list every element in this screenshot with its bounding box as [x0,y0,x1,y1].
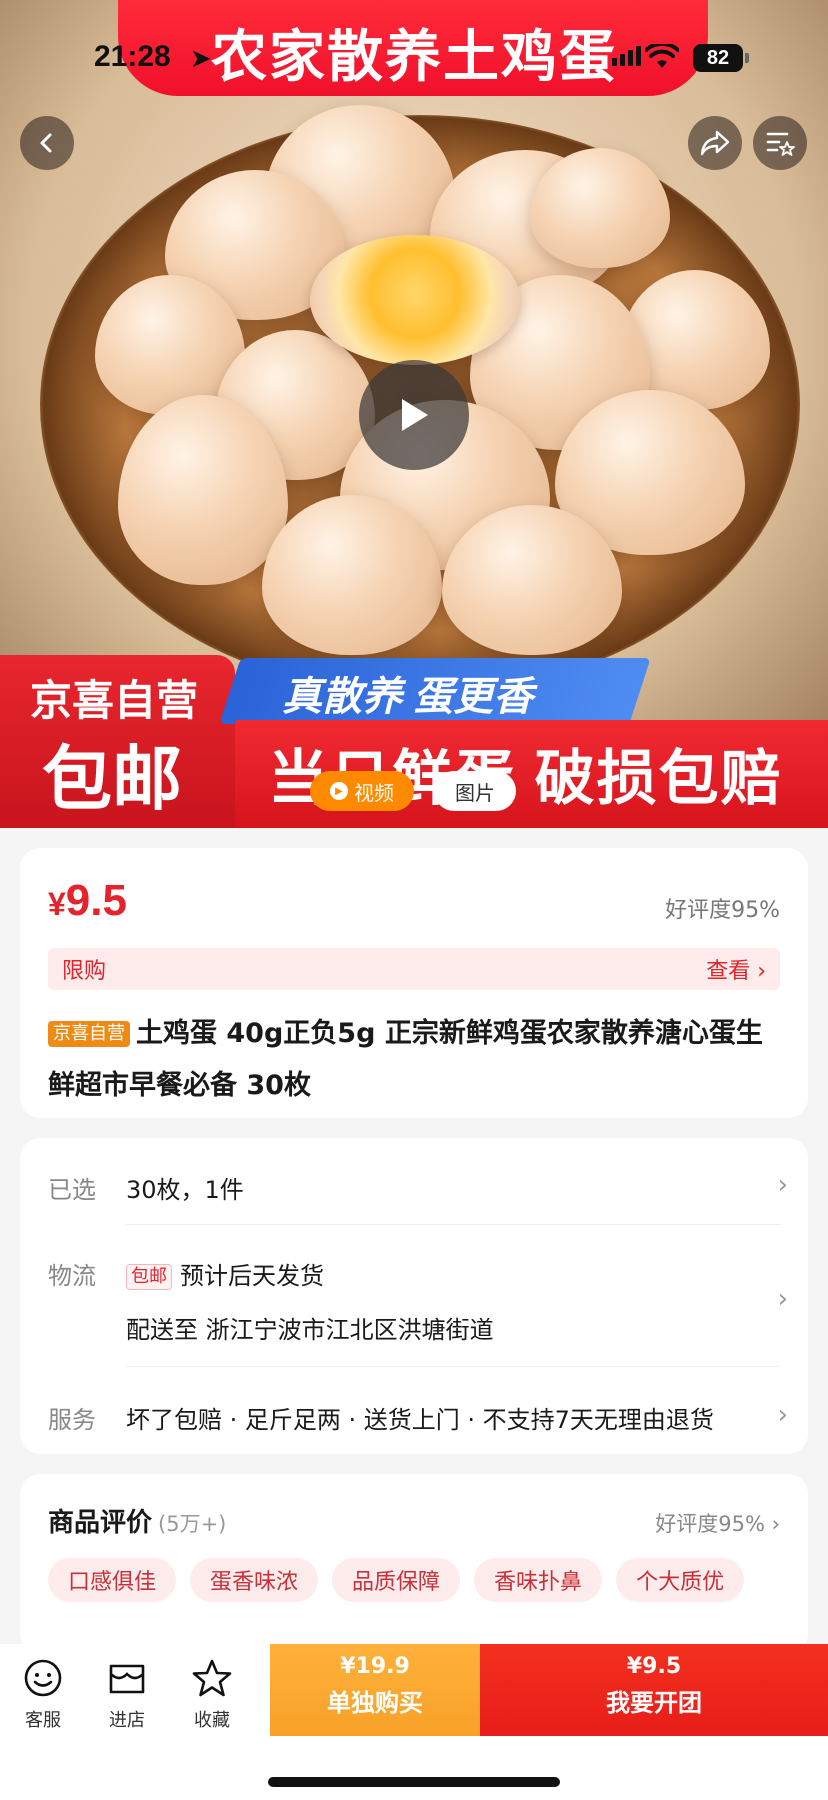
delivery-address: 配送至 浙江宁波市江北区洪塘街道 [126,1316,494,1344]
rating-text: 好评度95% [665,898,780,923]
review-tag[interactable]: 口感俱佳 [48,1558,177,1602]
back-button[interactable] [20,116,74,170]
price-symbol: ¥ [48,886,66,922]
selected-row[interactable]: 已选 30枚，1件 › [48,1170,788,1210]
review-tags: 口感俱佳 蛋香味浓 品质保障 香味扑鼻 个大质优 [48,1558,745,1602]
play-video-button[interactable] [359,360,469,470]
group-label: 我要开团 [606,1689,702,1717]
product-info-card: ¥9.5 好评度95% 限购 查看 › 京喜自营 土鸡蛋 40g正负5g 正宗新鲜… [20,848,808,1118]
group-price: ¥9.5 [626,1654,682,1679]
divider [126,1366,780,1367]
review-tag[interactable]: 品质保障 [332,1558,461,1602]
tab-video[interactable]: ▶ 视频 [310,771,414,811]
group-buy-button[interactable]: ¥9.5 我要开团 [480,1644,828,1736]
review-tag[interactable]: 蛋香味浓 [190,1558,319,1602]
customer-service-button[interactable]: 客服 [3,1654,83,1732]
share-button[interactable] [688,116,742,170]
chevron-right-icon: › [777,1170,788,1200]
solo-price: ¥19.9 [340,1654,410,1679]
store-tag: 京喜自营 [48,1021,130,1047]
logistics-label: 物流 [48,1262,96,1290]
store-shipping-badge: 京喜自营 包邮 [0,655,235,828]
logistics-value: 包邮 预计后天发货 [126,1256,324,1291]
tab-photo[interactable]: 图片 [434,771,516,811]
limit-view-link[interactable]: 查看 › [706,953,766,985]
status-time: 21:28 [94,40,171,73]
favorite-button[interactable]: 收藏 [172,1654,252,1732]
shipping-eta: 预计后天发货 [180,1262,324,1290]
reviews-card: 商品评价 (5万+) 好评度95% › 口感俱佳 蛋香味浓 品质保障 香味扑鼻 个… [20,1474,808,1654]
location-arrow-icon: ➤ [190,44,212,74]
enter-store-label: 进店 [109,1710,145,1731]
product-title: 京喜自营 土鸡蛋 40g正负5g 正宗新鲜鸡蛋农家散养溏心蛋生鲜超市早餐必备 30… [48,1008,788,1112]
review-tag[interactable]: 个大质优 [616,1558,745,1602]
product-price: ¥9.5 [48,876,127,926]
shipping-badge-text: 包邮 [42,740,182,818]
tab-video-label: 视频 [354,780,394,805]
play-small-icon: ▶ [330,782,348,800]
reviews-count: (5万+) [158,1512,227,1536]
chevron-right-icon: › [777,1284,788,1314]
egg [530,148,670,268]
customer-service-label: 客服 [25,1710,61,1731]
share-icon [700,130,730,156]
logistics-row[interactable]: 物流 包邮 预计后天发货 配送至 浙江宁波市江北区洪塘街道 › [48,1256,788,1356]
product-title-text: 土鸡蛋 40g正负5g 正宗新鲜鸡蛋农家散养溏心蛋生鲜超市早餐必备 30枚 [48,1018,763,1101]
menu-button[interactable] [753,116,807,170]
buy-alone-button[interactable]: ¥19.9 单独购买 [270,1644,480,1736]
smile-icon [24,1659,62,1697]
battery-indicator: 82 [693,44,749,72]
limit-label: 限购 [62,959,107,984]
reviews-title-text: 商品评价 [48,1508,153,1538]
options-card: 已选 30枚，1件 › 物流 包邮 预计后天发货 配送至 浙江宁波市江北区洪塘街道… [20,1138,808,1454]
service-value: 坏了包赔 · 足斤足两 · 送货上门 · 不支持7天无理由退货 [126,1406,714,1434]
product-image-carousel[interactable]: 农家散养土鸡蛋 21:28 ➤ 82 京喜自营 包邮 真散养 蛋更香 当日鲜蛋 … [0,0,828,828]
reviews-rating-link[interactable]: 好评度95% › [655,1508,780,1538]
star-icon [192,1659,232,1697]
selected-value: 30枚，1件 [126,1176,244,1204]
solo-label: 单独购买 [327,1689,423,1717]
list-star-icon [766,132,795,156]
slogan-text: 真散养 蛋更香 [282,675,534,719]
cracked-egg-yolk [310,235,520,365]
enter-store-button[interactable]: 进店 [87,1654,167,1732]
store-badge-text: 京喜自营 [30,677,199,724]
chevron-left-icon [40,133,52,153]
reviews-title: 商品评价 (5万+) [48,1502,226,1539]
favorite-label: 收藏 [194,1710,230,1731]
media-tabs: ▶ 视频 图片 [310,771,516,811]
cellular-signal-icon [612,46,641,66]
selected-label: 已选 [48,1176,96,1204]
divider [126,1224,780,1225]
chevron-right-icon: › [777,1400,788,1430]
home-indicator[interactable] [268,1777,560,1787]
play-icon [402,399,428,431]
free-shipping-tag: 包邮 [126,1264,172,1290]
price-value: 9.5 [65,876,127,925]
service-row[interactable]: 服务 坏了包赔 · 足斤足两 · 送货上门 · 不支持7天无理由退货 › [48,1400,788,1440]
store-icon [109,1664,145,1694]
service-label: 服务 [48,1406,96,1434]
review-tag[interactable]: 香味扑鼻 [474,1558,603,1602]
wifi-icon [645,44,679,68]
purchase-limit-bar[interactable]: 限购 查看 › [48,948,780,990]
